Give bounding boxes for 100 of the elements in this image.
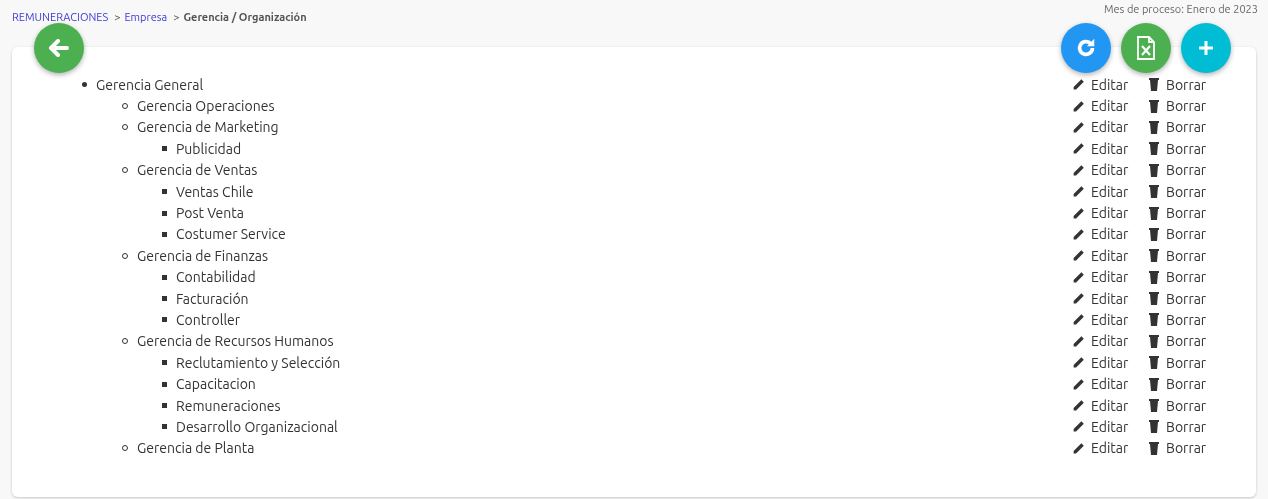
bullet-icon <box>162 424 167 430</box>
pencil-icon <box>1072 99 1085 113</box>
edit-link[interactable]: Editar <box>1072 291 1149 306</box>
pencil-icon <box>1072 356 1085 370</box>
edit-link[interactable]: Editar <box>1072 184 1149 199</box>
trash-icon <box>1149 399 1159 413</box>
delete-link[interactable]: Borrar <box>1149 419 1256 434</box>
plus-icon <box>1198 40 1214 56</box>
back-arrow-icon <box>49 39 69 57</box>
add-button[interactable] <box>1181 23 1231 73</box>
edit-link[interactable]: Editar <box>1072 248 1149 263</box>
pencil-icon <box>1072 78 1085 92</box>
tree-item: Reclutamiento y Selección <box>176 355 341 370</box>
bullet-icon <box>162 146 167 152</box>
trash-icon <box>1149 120 1159 134</box>
trash-icon <box>1149 313 1159 327</box>
edit-link[interactable]: Editar <box>1072 419 1149 434</box>
trash-icon <box>1149 249 1159 263</box>
bullet-icon <box>162 381 167 387</box>
delete-link[interactable]: Borrar <box>1149 77 1256 92</box>
bullet-icon <box>162 189 167 195</box>
pencil-icon <box>1072 313 1085 327</box>
delete-link[interactable]: Borrar <box>1149 291 1256 306</box>
delete-link[interactable]: Borrar <box>1149 270 1256 285</box>
delete-link[interactable]: Borrar <box>1149 441 1256 456</box>
tree-item: Remuneraciones <box>176 398 281 413</box>
tree-item: Gerencia de Recursos Humanos <box>137 334 334 349</box>
tree-item: Capacitacion <box>176 377 256 392</box>
delete-link[interactable]: Borrar <box>1149 334 1256 349</box>
bullet-icon <box>162 231 167 237</box>
delete-link[interactable]: Borrar <box>1149 120 1256 135</box>
trash-icon <box>1149 227 1159 241</box>
tree-item: Gerencia Operaciones <box>137 99 275 114</box>
tree-item: Gerencia de Marketing <box>137 120 279 135</box>
delete-link[interactable]: Borrar <box>1149 248 1256 263</box>
bullet-icon <box>162 360 167 366</box>
refresh-icon <box>1075 37 1097 59</box>
edit-link[interactable]: Editar <box>1072 99 1149 114</box>
trash-icon <box>1149 356 1159 370</box>
pencil-icon <box>1072 227 1085 241</box>
edit-link[interactable]: Editar <box>1072 163 1149 178</box>
edit-link[interactable]: Editar <box>1072 206 1149 221</box>
pencil-icon <box>1072 185 1085 199</box>
bullet-icon <box>162 403 167 409</box>
back-button[interactable] <box>34 23 84 73</box>
tree-item: Publicidad <box>176 141 242 156</box>
trash-icon <box>1149 420 1159 434</box>
edit-link[interactable]: Editar <box>1072 441 1149 456</box>
edit-link[interactable]: Editar <box>1072 227 1149 242</box>
refresh-button[interactable] <box>1061 23 1111 73</box>
bullet-icon <box>162 210 167 216</box>
pencil-icon <box>1072 292 1085 306</box>
trash-icon <box>1149 292 1159 306</box>
trash-icon <box>1149 185 1159 199</box>
edit-link[interactable]: Editar <box>1072 398 1149 413</box>
trash-icon <box>1149 206 1159 220</box>
delete-link[interactable]: Borrar <box>1149 398 1256 413</box>
edit-link[interactable]: Editar <box>1072 270 1149 285</box>
delete-link[interactable]: Borrar <box>1149 227 1256 242</box>
tree-item: Gerencia de Planta <box>137 441 255 456</box>
delete-link[interactable]: Borrar <box>1149 184 1256 199</box>
trash-icon <box>1149 377 1159 391</box>
tree-item: Controller <box>176 313 241 327</box>
delete-link[interactable]: Borrar <box>1149 206 1256 221</box>
bullet-icon <box>162 317 167 323</box>
edit-link[interactable]: Editar <box>1072 377 1149 392</box>
delete-link[interactable]: Borrar <box>1149 141 1256 156</box>
delete-link[interactable]: Borrar <box>1149 377 1256 392</box>
delete-link[interactable]: Borrar <box>1149 355 1256 370</box>
tree-item: Costumer Service <box>176 227 286 242</box>
pencil-icon <box>1072 334 1085 348</box>
process-month: Mes de proceso: Enero de 2023 <box>1103 2 1258 17</box>
tree-item: Gerencia General <box>96 77 204 92</box>
trash-icon <box>1149 163 1159 177</box>
pencil-icon <box>1072 399 1085 413</box>
delete-link[interactable]: Borrar <box>1149 163 1256 178</box>
delete-link[interactable]: Borrar <box>1149 313 1256 327</box>
edit-link[interactable]: Editar <box>1072 334 1149 349</box>
edit-link[interactable]: Editar <box>1072 77 1149 92</box>
trash-icon <box>1149 142 1159 156</box>
trash-icon <box>1149 99 1159 113</box>
tree-item: Gerencia de Ventas <box>137 163 258 178</box>
pencil-icon <box>1072 163 1085 177</box>
pencil-icon <box>1072 249 1085 263</box>
tree-item: Contabilidad <box>176 270 256 285</box>
edit-link[interactable]: Editar <box>1072 313 1149 327</box>
spreadsheet-file-icon <box>1137 36 1155 60</box>
breadcrumb-separator: > <box>114 10 121 25</box>
tree-item: Post Venta <box>176 206 244 221</box>
delete-link[interactable]: Borrar <box>1149 99 1256 114</box>
pencil-icon <box>1072 270 1085 284</box>
trash-icon <box>1149 334 1159 348</box>
pencil-icon <box>1072 142 1085 156</box>
edit-link[interactable]: Editar <box>1072 120 1149 135</box>
edit-link[interactable]: Editar <box>1072 141 1149 156</box>
edit-link[interactable]: Editar <box>1072 355 1149 370</box>
excel-export-button[interactable] <box>1121 23 1171 73</box>
breadcrumb-link[interactable]: REMUNERACIONES <box>12 9 109 26</box>
breadcrumb-link[interactable]: Empresa <box>124 9 168 26</box>
bullet-icon <box>82 82 87 88</box>
